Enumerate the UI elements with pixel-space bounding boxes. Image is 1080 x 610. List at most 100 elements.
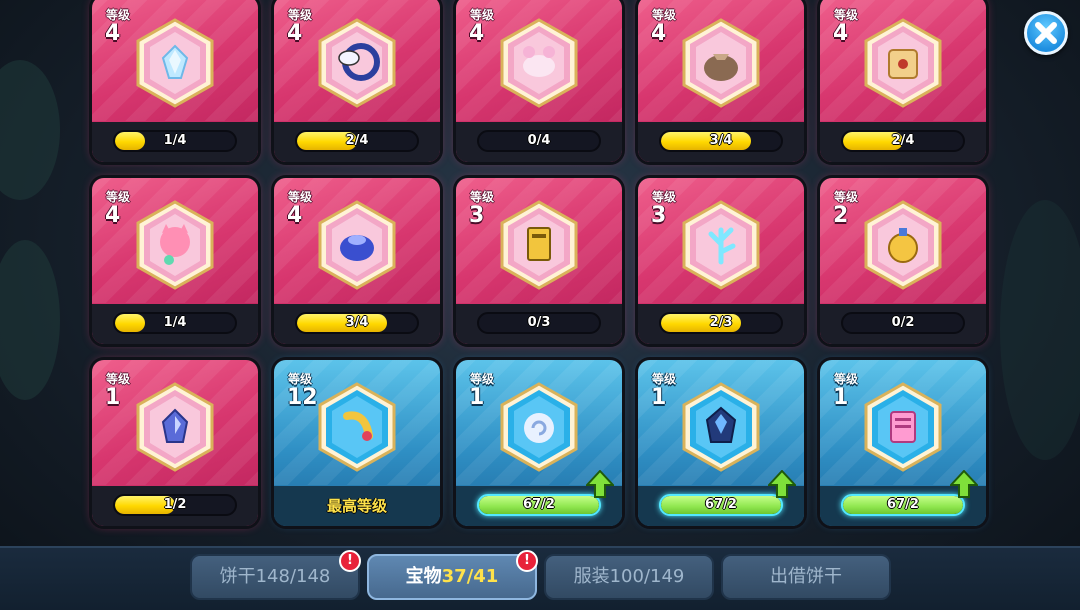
level-number: 4 xyxy=(469,21,485,46)
level-number: 1 xyxy=(833,385,849,410)
progress-bar: 0/3 xyxy=(477,312,601,334)
treasure-card[interactable]: 等级 3 0/3 xyxy=(456,178,622,344)
level-number: 3 xyxy=(469,203,485,228)
ice-branch-icon xyxy=(682,200,760,290)
progress-text: 2/3 xyxy=(709,315,733,330)
treasure-card[interactable]: 等级 1 1/2 xyxy=(92,360,258,526)
cat-balloon-icon xyxy=(136,200,214,290)
card-footer: 2/3 xyxy=(638,304,804,344)
progress-text: 3/4 xyxy=(709,133,733,148)
level-number: 4 xyxy=(833,21,849,46)
card-footer: 3/4 xyxy=(274,304,440,344)
progress-bar: 2/4 xyxy=(295,130,419,152)
treasure-card[interactable]: 等级 1 67/2 xyxy=(820,360,986,526)
treasure-grid: 等级 4 1/4 等级 4 2/4 等级 4 0/4 等级 4 3/4 等级 4 2/4 等级 4 1/4 等级 4 3… xyxy=(92,0,992,536)
progress-text: 67/2 xyxy=(887,497,919,512)
tab-label: 饼干 xyxy=(219,566,256,587)
card-footer: 0/4 xyxy=(456,122,622,162)
flower-bunny-icon xyxy=(500,18,578,108)
progress-text: 2/4 xyxy=(891,133,915,148)
treasure-card[interactable]: 等级 1 67/2 xyxy=(638,360,804,526)
gem-stone-icon xyxy=(136,382,214,472)
scroll-map-icon xyxy=(864,18,942,108)
progress-bar: 1/4 xyxy=(113,130,237,152)
treasure-card[interactable]: 等级 3 2/3 xyxy=(638,178,804,344)
dark-crystal-icon xyxy=(682,382,760,472)
spiral-shell-icon xyxy=(500,382,578,472)
alert-badge: ! xyxy=(516,550,538,572)
card-footer: 3/4 xyxy=(638,122,804,162)
tab-costumes[interactable]: 服装100/149 xyxy=(544,554,714,600)
max-level-label: 最高等级 xyxy=(326,497,387,515)
level-number: 12 xyxy=(287,385,318,410)
treasure-card[interactable]: 等级 2 0/2 xyxy=(820,178,986,344)
level-number: 4 xyxy=(105,203,121,228)
crystal-shard-icon xyxy=(136,18,214,108)
treasure-card[interactable]: 等级 4 0/4 xyxy=(456,0,622,162)
progress-text: 67/2 xyxy=(705,497,737,512)
progress-text: 3/4 xyxy=(345,315,369,330)
progress-bar: 2/4 xyxy=(841,130,965,152)
card-footer: 1/2 xyxy=(92,486,258,526)
progress-bar: 3/4 xyxy=(295,312,419,334)
level-number: 1 xyxy=(469,385,485,410)
progress-bar: 67/2 xyxy=(477,494,601,516)
card-footer: 2/4 xyxy=(274,122,440,162)
tab-count: 148/148 xyxy=(255,566,331,587)
treasure-card[interactable]: 等级 4 1/4 xyxy=(92,178,258,344)
tab-count: 37/41 xyxy=(441,566,499,587)
card-footer: 1/4 xyxy=(92,122,258,162)
progress-bar: 0/2 xyxy=(841,312,965,334)
level-number: 3 xyxy=(651,203,667,228)
treasure-card[interactable]: 等级 4 2/4 xyxy=(820,0,986,162)
progress-text: 67/2 xyxy=(523,497,555,512)
progress-text: 0/3 xyxy=(527,315,551,330)
golden-horn-icon xyxy=(318,382,396,472)
treasure-card[interactable]: 等级 4 1/4 xyxy=(92,0,258,162)
card-footer: 0/2 xyxy=(820,304,986,344)
potion-bottle-icon xyxy=(864,200,942,290)
progress-bar: 1/4 xyxy=(113,312,237,334)
level-number: 4 xyxy=(105,21,121,46)
treasure-card[interactable]: 等级 4 2/4 xyxy=(274,0,440,162)
alert-badge: ! xyxy=(339,550,361,572)
blue-pouch-icon xyxy=(318,200,396,290)
bottom-tab-bar: 饼干148/148 ! 宝物37/41 ! 服装100/149 出借饼干 xyxy=(0,546,1080,610)
progress-bar: 67/2 xyxy=(841,494,965,516)
treasure-card[interactable]: 等级 4 3/4 xyxy=(274,178,440,344)
treasure-card[interactable]: 等级 1 67/2 xyxy=(456,360,622,526)
upgrade-arrow-icon xyxy=(586,470,614,498)
tab-lend-cookies[interactable]: 出借饼干 xyxy=(721,554,891,600)
tab-cookies[interactable]: 饼干148/148 ! xyxy=(190,550,361,600)
serpent-horn-icon xyxy=(318,18,396,108)
progress-text: 1/4 xyxy=(163,133,187,148)
background-foliage xyxy=(0,60,60,200)
card-footer: 0/3 xyxy=(456,304,622,344)
tab-label: 宝物 xyxy=(405,566,442,587)
pink-scroll-icon xyxy=(864,382,942,472)
sack-icon xyxy=(682,18,760,108)
card-footer: 1/4 xyxy=(92,304,258,344)
close-icon xyxy=(1035,22,1057,44)
tab-label: 出借饼干 xyxy=(770,566,842,587)
upgrade-arrow-icon xyxy=(768,470,796,498)
level-number: 2 xyxy=(833,203,849,228)
treasure-card[interactable]: 等级 4 3/4 xyxy=(638,0,804,162)
golden-tablet-icon xyxy=(500,200,578,290)
treasure-card[interactable]: 等级 12 最高等级 xyxy=(274,360,440,526)
tab-label: 服装 xyxy=(573,566,610,587)
progress-text: 2/4 xyxy=(345,133,369,148)
level-number: 4 xyxy=(287,21,303,46)
card-footer: 最高等级 xyxy=(274,486,440,526)
tab-treasures[interactable]: 宝物37/41 ! xyxy=(367,550,538,600)
progress-text: 0/4 xyxy=(527,133,551,148)
progress-text: 0/2 xyxy=(891,315,915,330)
progress-text: 1/2 xyxy=(163,497,187,512)
close-button[interactable] xyxy=(1024,11,1068,55)
progress-bar: 3/4 xyxy=(659,130,783,152)
progress-bar: 67/2 xyxy=(659,494,783,516)
progress-text: 1/4 xyxy=(163,315,187,330)
level-number: 4 xyxy=(287,203,303,228)
background-foliage xyxy=(1000,200,1080,460)
tab-count: 100/149 xyxy=(609,566,685,587)
